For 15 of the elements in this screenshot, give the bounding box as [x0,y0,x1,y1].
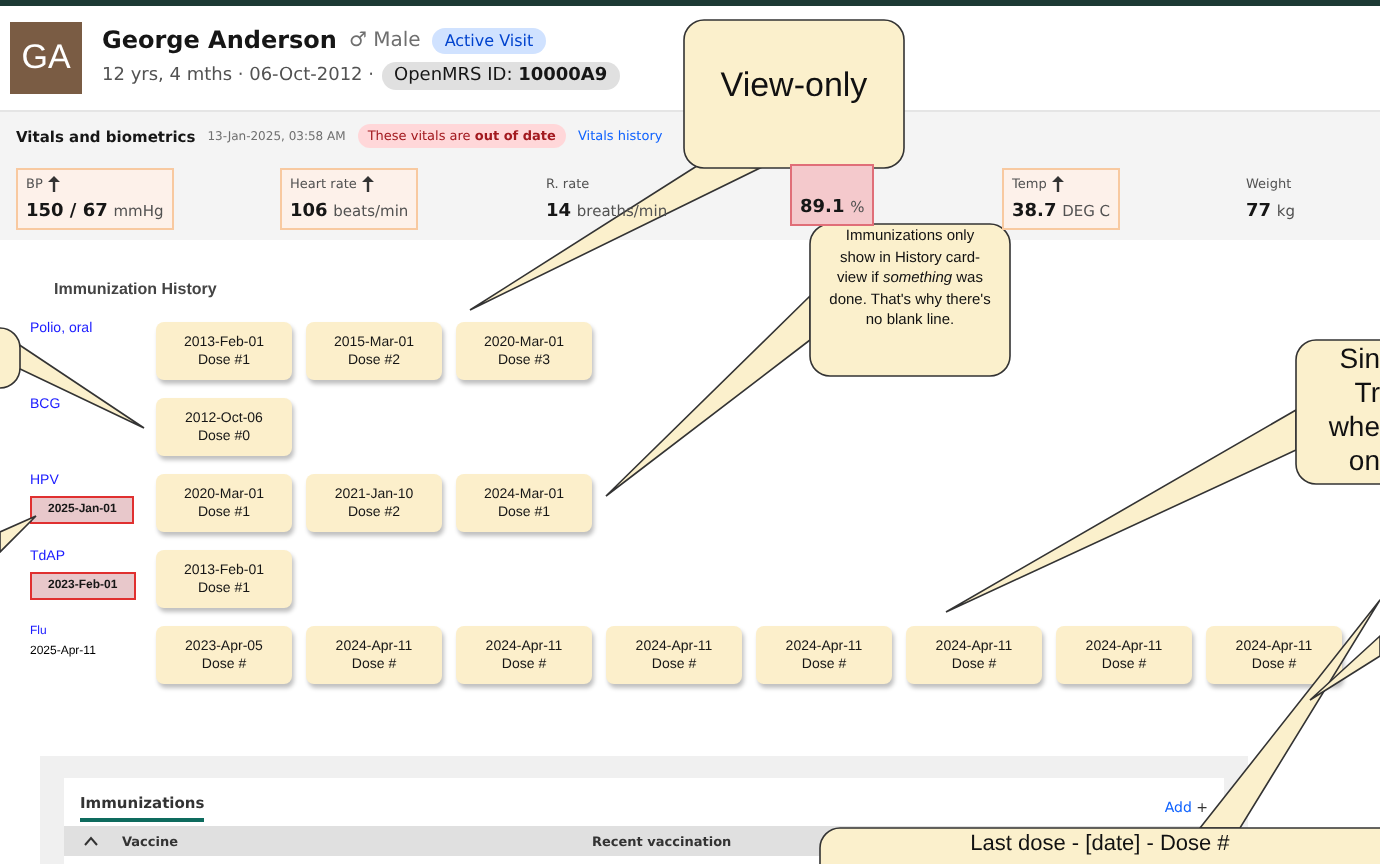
arrow-up-icon [362,176,375,192]
arrow-up-icon [48,176,61,192]
avatar: GA [10,22,82,94]
visit-badge: Active Visit [432,27,546,53]
patient-name: George Anderson [102,26,337,54]
chevron-up-icon[interactable] [84,836,98,846]
patient-age-and-birth-date: 12 yrs, 4 mths · 06-Oct-2012 · [102,66,374,86]
patient-id-badge: OpenMRS ID: 10000A9 [382,62,620,90]
callout-text: Sin Tr whe on [1326,342,1380,478]
section-title: Immunization History [54,280,217,298]
callout-text: Last dose - [date] - Dose # [968,832,1232,858]
callout-text: View-only [718,64,870,108]
arrow-up-icon [1052,176,1065,192]
patient-sex: ♂ Male [348,29,421,51]
callout-pointer [1309,634,1380,701]
